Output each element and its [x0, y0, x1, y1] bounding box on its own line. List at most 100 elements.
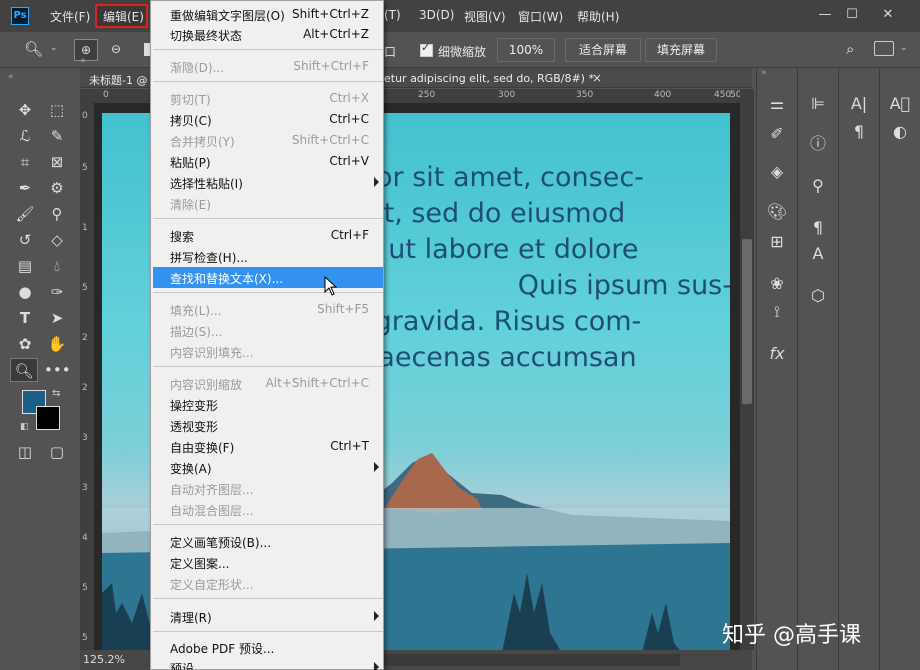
close-window-icon[interactable]: ✕ [878, 6, 898, 24]
pen-tool-icon[interactable]: ✑ [44, 280, 70, 304]
history-brush-tool-icon[interactable]: ↺ [12, 228, 38, 252]
spot-heal-tool-icon[interactable]: ⚙ [44, 176, 70, 200]
glyphs-icon[interactable]: A⃝ [886, 90, 914, 118]
workspace-icon[interactable] [874, 41, 894, 56]
search-icon[interactable]: ⌕ [846, 40, 854, 58]
menu-item-puppet-warp[interactable]: 操控变形 [153, 394, 383, 415]
menu-item-toggle-last-state[interactable]: 切换最终状态 Alt+Ctrl+Z [153, 24, 383, 45]
stamp-tool-icon[interactable]: ⚲ [44, 202, 70, 226]
maximize-icon[interactable]: ☐ [842, 6, 862, 24]
menu-item-spell-check[interactable]: 拼写检查(H)... [153, 246, 383, 267]
menu-type[interactable]: (T) [384, 8, 401, 22]
menu-item-purge[interactable]: 清理(R) [153, 606, 383, 627]
frame-tool-icon[interactable]: ⊠ [44, 150, 70, 174]
marquee-tool-icon[interactable]: ⬚ [44, 98, 70, 122]
collapse-icon[interactable]: » [761, 68, 767, 78]
move-tool-icon[interactable]: ✥ [12, 98, 38, 122]
properties-icon[interactable]: ◐ [886, 118, 914, 146]
character-icon[interactable]: A| [845, 90, 873, 118]
character-style-icon[interactable]: A [804, 240, 832, 268]
shape-tool-icon[interactable]: ✿ [12, 332, 38, 356]
menu-file[interactable]: 文件(F) [50, 8, 90, 25]
menu-edit[interactable]: 编辑(E) [103, 8, 144, 25]
brush-tool-icon[interactable]: 🖌︎ [12, 202, 38, 226]
menu-item-content-aware-scale[interactable]: 内容识别缩放 Alt+Shift+Ctrl+C [153, 373, 383, 394]
menu-help[interactable]: 帮助(H) [577, 8, 619, 25]
menu-item-search[interactable]: 搜索 Ctrl+F [153, 225, 383, 246]
more-tools-icon[interactable]: ••• [44, 358, 71, 382]
screen-mode-icon[interactable]: ▢ [44, 440, 70, 464]
fill-screen-button[interactable]: 填充屏幕 [645, 38, 717, 62]
vertical-scrollbar[interactable] [740, 89, 754, 650]
zoom-percent-button[interactable]: 100% [497, 38, 555, 62]
workspace-chevron-icon[interactable]: ⌄ [900, 43, 908, 53]
menu-item-fade[interactable]: 渐隐(D)... Shift+Ctrl+F [153, 56, 383, 77]
lasso-tool-icon[interactable]: ℒ [12, 124, 38, 148]
blur-tool-icon[interactable]: 💧︎ [44, 254, 70, 278]
history-icon[interactable]: ⊫ [804, 90, 832, 118]
menu-3d[interactable]: 3D(D) [419, 8, 454, 22]
menu-window[interactable]: 窗口(W) [518, 8, 563, 25]
zoom-out-icon[interactable]: ⊖ [104, 39, 128, 61]
zoom-in-icon[interactable]: ⊕ [74, 39, 98, 61]
dodge-tool-icon[interactable]: ● [12, 280, 38, 304]
menu-item-copy-merged[interactable]: 合并拷贝(Y) Shift+Ctrl+C [153, 130, 383, 151]
menu-item-stroke[interactable]: 描边(S)... [153, 320, 383, 341]
chevron-down-icon[interactable]: ⌄ [50, 43, 58, 53]
close-tab-icon[interactable]: × [592, 71, 602, 85]
menu-view[interactable]: 视图(V) [464, 8, 506, 25]
info-icon[interactable]: ⓘ [804, 130, 832, 158]
path-select-tool-icon[interactable]: ➤ [44, 306, 70, 330]
menu-item-transform[interactable]: 变换(A) [153, 457, 383, 478]
zoom-tool-active-icon[interactable]: 🔍︎ [10, 358, 38, 382]
adjustments-icon[interactable]: ⚌ [763, 90, 791, 118]
background-color-swatch[interactable] [36, 406, 60, 430]
type-tool-icon[interactable]: T [12, 306, 38, 330]
menu-item-cut[interactable]: 剪切(T) Ctrl+X [153, 88, 383, 109]
menu-item-fill[interactable]: 填充(L)... Shift+F5 [153, 299, 383, 320]
menu-item-clear[interactable]: 清除(E) [153, 193, 383, 214]
quick-mask-icon[interactable]: ◫ [12, 440, 38, 464]
channels-icon[interactable]: ❀ [763, 270, 791, 298]
hand-tool-icon[interactable]: ✋ [44, 332, 70, 356]
gradient-tool-icon[interactable]: ▤ [12, 254, 38, 278]
paragraph-icon[interactable]: ¶ [845, 118, 873, 146]
paragraph-style-icon[interactable]: ¶ [804, 214, 832, 242]
menu-item-paste[interactable]: 粘贴(P) Ctrl+V [153, 151, 383, 172]
grid-icon[interactable]: ⊞ [763, 228, 791, 256]
menu-item-auto-align[interactable]: 自动对齐图层... [153, 478, 383, 499]
quick-select-tool-icon[interactable]: ✎ [44, 124, 70, 148]
menu-item-copy[interactable]: 拷贝(C) Ctrl+C [153, 109, 383, 130]
zoom-tool-icon[interactable]: 🔍︎ [24, 40, 43, 58]
menu-item-define-brush[interactable]: 定义画笔预设(B)... [153, 531, 383, 552]
collapse-icon[interactable]: « [8, 72, 14, 82]
crop-tool-icon[interactable]: ⌗ [12, 150, 38, 174]
stamp-icon[interactable]: ⚲ [804, 172, 832, 200]
paths-icon[interactable]: ⟟ [763, 298, 791, 326]
minimize-icon[interactable]: — [815, 6, 835, 24]
eraser-tool-icon[interactable]: ◇ [44, 228, 70, 252]
menu-item-redo[interactable]: 重做编辑文字图层(O) Shift+Ctrl+Z [153, 4, 383, 25]
collapse-icon[interactable]: « [80, 56, 86, 66]
menu-item-define-pattern[interactable]: 定义图案... [153, 552, 383, 573]
layers-icon[interactable]: ◈ [763, 158, 791, 186]
menu-item-define-shape[interactable]: 定义自定形状... [153, 573, 383, 594]
canvas-text-layer[interactable]: olor sit amet, consec- elit, sed do eius… [352, 160, 730, 412]
eyedropper-tool-icon[interactable]: ✒ [12, 176, 38, 200]
brush-settings-icon[interactable]: ✐ [763, 120, 791, 148]
menu-item-perspective-warp[interactable]: 透视变形 [153, 415, 383, 436]
3d-icon[interactable]: ⬡ [804, 282, 832, 310]
scrollbar-thumb[interactable] [742, 239, 752, 404]
zoom-level-readout[interactable]: 125.2% [83, 653, 125, 666]
menu-item-content-aware-fill[interactable]: 内容识别填充... [153, 341, 383, 362]
menu-item-auto-blend[interactable]: 自动混合图层... [153, 499, 383, 520]
menu-item-find-replace[interactable]: 查找和替换文本(X)... [153, 267, 383, 288]
menu-item-presets[interactable]: 预设 [153, 657, 383, 670]
fit-screen-button[interactable]: 适合屏幕 [565, 38, 641, 62]
menu-item-paste-special[interactable]: 选择性粘贴(I) [153, 172, 383, 193]
default-colors-icon[interactable]: ◧ [20, 422, 29, 432]
swap-colors-icon[interactable]: ⇆ [52, 388, 60, 399]
fx-icon[interactable]: fx [763, 340, 791, 368]
swatches-icon[interactable]: 🎨︎ [763, 198, 791, 226]
menu-item-free-transform[interactable]: 自由变换(F) Ctrl+T [153, 436, 383, 457]
